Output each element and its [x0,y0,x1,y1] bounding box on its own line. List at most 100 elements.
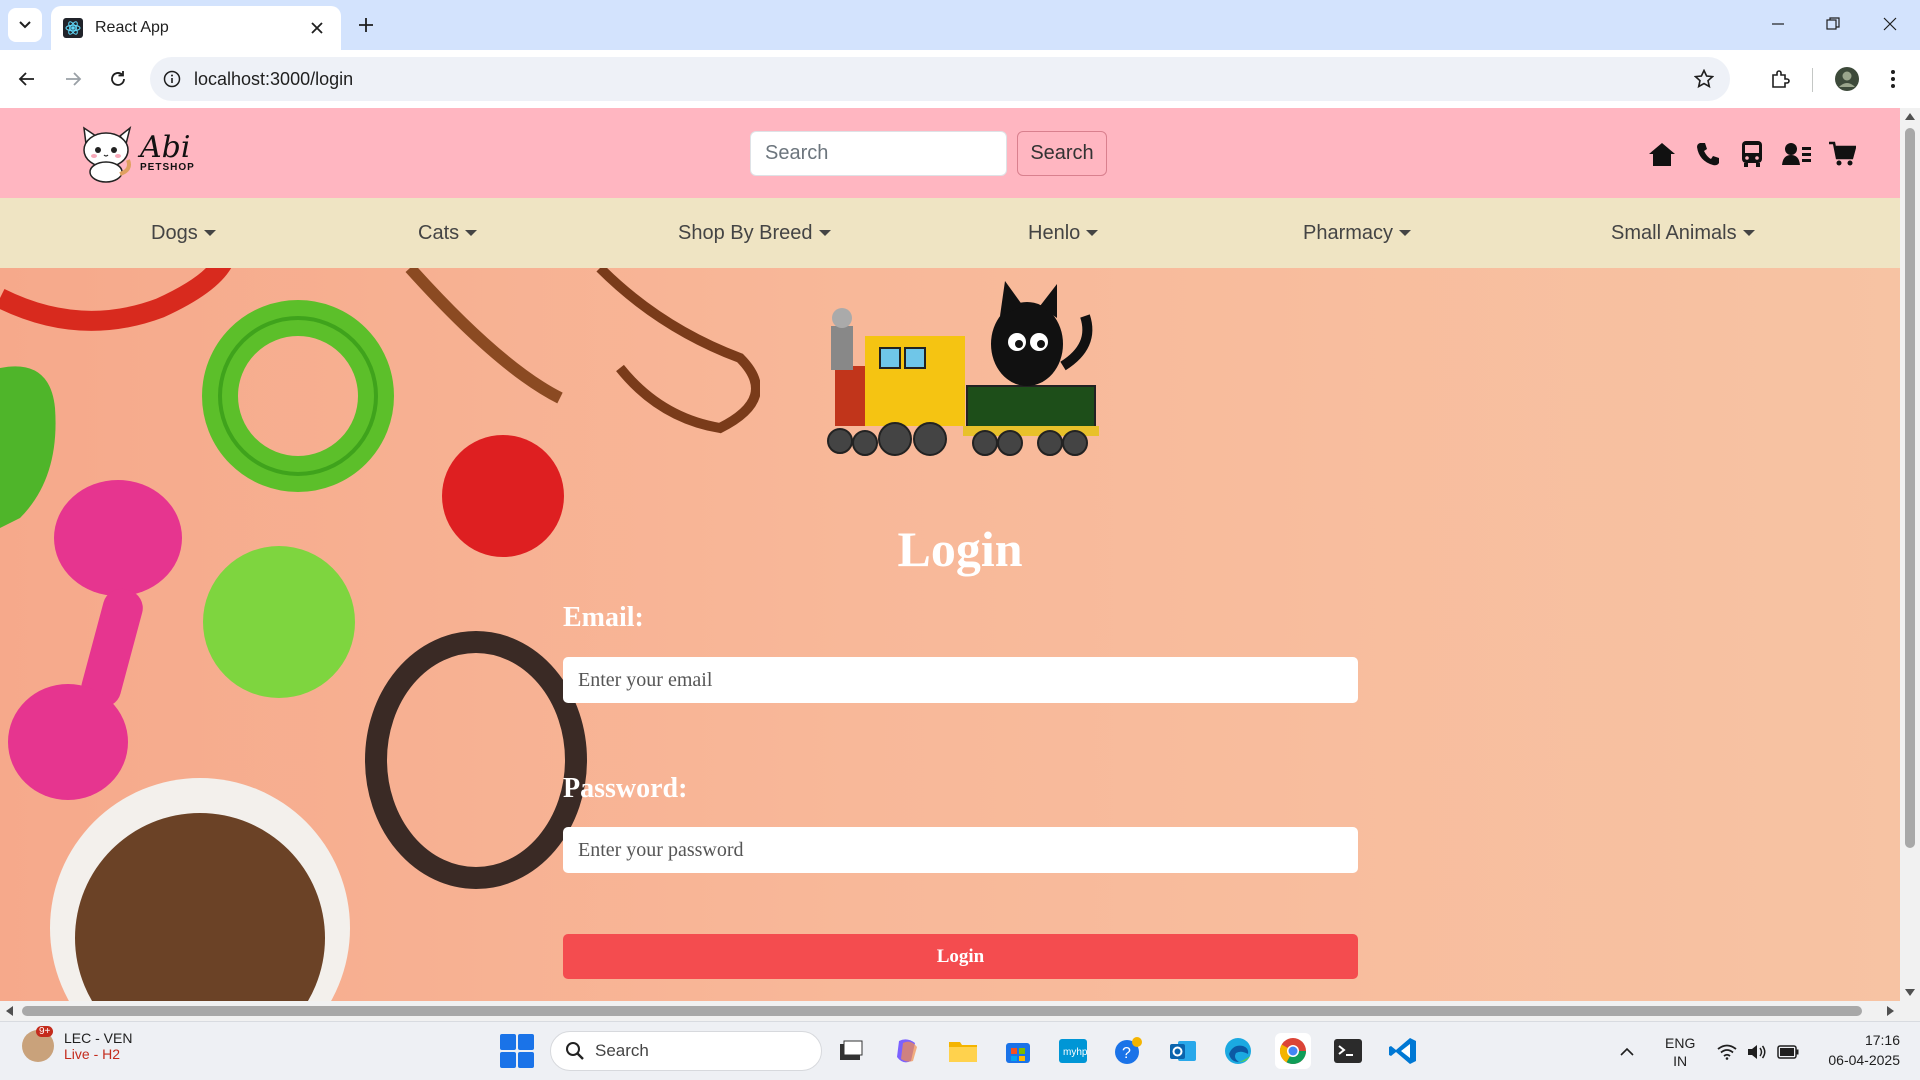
taskbar-search-label: Search [595,1041,649,1060]
svg-text:myhp: myhp [1063,1047,1088,1058]
browser-toolbar: localhost:3000/login [0,50,1920,108]
phone-icon[interactable] [1692,138,1724,170]
nav-dropdown-henlo[interactable]: Henlo [1028,198,1099,268]
file-explorer-icon[interactable] [945,1033,981,1069]
system-tray-icons[interactable] [1717,1022,1799,1080]
live-score-icon: 9+ [22,1026,54,1062]
edge-icon[interactable] [1220,1033,1256,1069]
scroll-up-arrow-icon [1905,113,1915,120]
profile-avatar[interactable] [1829,61,1865,97]
weather-widget[interactable]: 9+ LEC - VEN Live - H2 [22,1026,132,1062]
scroll-down-arrow-icon [1905,989,1915,996]
login-heading: Login [897,521,1023,577]
horizontal-scrollbar[interactable] [0,1001,1920,1021]
nav-dropdown-dogs[interactable]: Dogs [151,198,216,268]
vscode-icon[interactable] [1385,1033,1421,1069]
copilot-icon[interactable] [889,1033,925,1069]
outlook-icon[interactable] [1165,1033,1201,1069]
nav-dropdown-cats[interactable]: Cats [418,198,478,268]
nav-label: Pharmacy [1303,221,1394,244]
nav-dropdown-pharmacy[interactable]: Pharmacy [1303,198,1412,268]
site-search-input[interactable]: Search [750,131,1007,176]
browser-tabstrip: React App [0,0,1920,50]
microsoft-store-icon[interactable] [1000,1033,1036,1069]
show-hidden-icons[interactable] [1620,1022,1634,1080]
vertical-scroll-thumb[interactable] [1905,128,1915,848]
close-window-button[interactable] [1870,6,1910,42]
language-indicator[interactable]: ENG IN [1665,1022,1695,1080]
close-icon [1883,17,1897,31]
kebab-menu-icon [1891,70,1895,88]
chrome-icon[interactable] [1275,1033,1311,1069]
close-tab-icon[interactable] [305,16,329,40]
contact-user-icon[interactable] [1781,138,1813,170]
scroll-right-arrow-icon [1887,1006,1894,1016]
chevron-up-icon [1620,1047,1634,1056]
arrow-right-icon [66,72,82,86]
bookmark-star-icon[interactable] [1692,67,1716,91]
back-button[interactable] [9,61,45,97]
svg-text:?: ? [1122,1045,1131,1062]
browser-menu-button[interactable] [1875,61,1911,97]
password-label: Password: [563,773,688,804]
restore-button[interactable] [1813,6,1853,42]
notification-badge: 9+ [36,1026,54,1037]
logo-subtitle: PETSHOP [140,162,195,173]
nav-dropdown-small-animals[interactable]: Small Animals [1611,198,1755,268]
site-logo[interactable]: Abi PETSHOP [74,122,210,184]
volume-icon [1748,1044,1766,1059]
minimize-button[interactable] [1758,6,1798,42]
shopping-cart-icon[interactable] [1826,138,1858,170]
reload-icon [111,71,125,86]
pet-toys-background-image [0,268,760,1001]
bus-icon[interactable] [1736,138,1768,170]
home-icon[interactable] [1646,138,1678,170]
caret-down-icon [1742,230,1755,236]
nav-label: Cats [418,221,460,244]
start-button[interactable] [500,1034,534,1068]
caret-down-icon [203,230,216,236]
url-text: localhost:3000/login [194,68,354,89]
myhp-icon[interactable]: myhp [1055,1033,1091,1069]
password-field[interactable]: Enter your password [563,827,1358,873]
site-search-button[interactable]: Search [1017,131,1107,176]
caret-down-icon [818,230,831,236]
cat-logo-icon [83,126,132,183]
login-submit-button[interactable]: Login [563,934,1358,979]
reload-button[interactable] [100,61,136,97]
plus-icon [359,18,373,32]
tab-title: React App [95,19,169,36]
browser-tab-active[interactable]: React App [51,6,341,50]
login-hero-background: Login Email: Enter your email Password: … [0,268,1900,1001]
nav-label: Shop By Breed [678,221,813,244]
avatar-icon [1835,67,1859,91]
address-bar[interactable]: localhost:3000/login [150,57,1730,101]
email-field[interactable]: Enter your email [563,657,1358,703]
wifi-icon [1717,1044,1737,1060]
horizontal-scroll-thumb[interactable] [22,1006,1862,1016]
task-view-icon[interactable] [833,1033,869,1069]
widget-status: Live - H2 [64,1046,121,1062]
help-icon[interactable]: ? [1110,1033,1146,1069]
caret-down-icon [1086,230,1099,236]
site-header: Abi PETSHOP Search Search [0,108,1900,198]
site-info-icon[interactable] [150,57,194,101]
nav-label: Small Animals [1611,221,1737,244]
vertical-scrollbar[interactable] [1900,108,1920,1001]
toolbar-divider [1812,68,1813,92]
forward-button[interactable] [55,61,91,97]
clock-time: 17:16 [1864,1032,1900,1048]
terminal-icon[interactable] [1330,1033,1366,1069]
puzzle-icon [1772,70,1790,88]
new-tab-button[interactable] [351,10,381,40]
email-label: Email: [563,602,644,633]
region-code: IN [1673,1052,1688,1069]
taskbar-clock[interactable]: 17:16 06-04-2025 [1810,1030,1900,1070]
windows-taskbar: 9+ LEC - VEN Live - H2 Search myhp ? ENG… [0,1021,1920,1080]
caret-down-icon [465,230,478,236]
nav-dropdown-shop-by-breed[interactable]: Shop By Breed [678,198,831,268]
taskbar-search[interactable]: Search [550,1031,822,1071]
page-viewport: Abi PETSHOP Search Search Dogs Cats Shop… [0,108,1900,1001]
extensions-button[interactable] [1762,61,1798,97]
tab-search-button[interactable] [8,8,42,42]
